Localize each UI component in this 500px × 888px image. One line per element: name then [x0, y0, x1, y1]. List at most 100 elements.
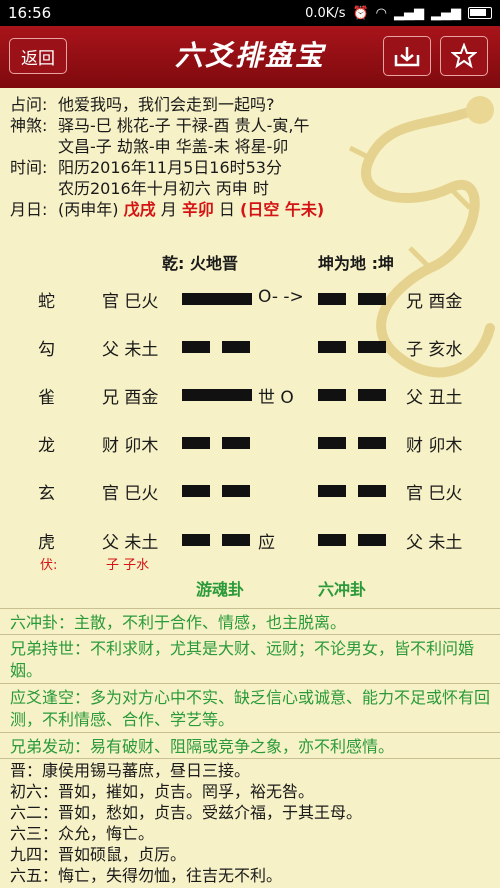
yin-line-left [318, 389, 346, 401]
changed-gua-type: 六冲卦 [318, 580, 367, 599]
yin-line-right [358, 437, 386, 449]
wifi-icon: ◠ [375, 5, 387, 21]
main-hexagram-title: 乾: 火地晋 [162, 254, 238, 273]
yao-row: 雀 兄 酉金 世 O 父 丑土 [0, 379, 500, 409]
status-bar: 16:56 0.0K/s ⏰ ◠ ▂▄▆ ▂▄▆ [0, 0, 500, 26]
six-god: 龙 [38, 436, 55, 456]
network-speed: 0.0K/s [305, 5, 346, 21]
time-solar: 阳历2016年11月5日16时53分 [58, 158, 282, 177]
app-title: 六爻排盘宝 [174, 39, 325, 72]
analysis-1: 六冲卦：主散，不利于合作、情感，也主脱离。 [10, 613, 347, 632]
six-god: 虎 [38, 533, 55, 553]
year-gz: (丙申年) [58, 200, 119, 219]
classic-line: 六三：众允，悔亡。 [10, 824, 155, 843]
signal-icon: ▂▄▆ [394, 5, 424, 21]
yin-line-right [358, 341, 386, 353]
yao-right-label: 父 未土 [406, 533, 463, 553]
content-area[interactable]: 占问: 他爱我吗，我们会走到一起吗? 神煞: 驿马-巳 桃花-子 干禄-酉 贵人… [0, 88, 500, 888]
app-header: 返回 六爻排盘宝 [0, 26, 500, 88]
signal-icon-2: ▂▄▆ [431, 5, 461, 21]
yin-line-right [358, 389, 386, 401]
yin-line-left [318, 293, 346, 305]
info-section: 占问: 他爱我吗，我们会走到一起吗? 神煞: 驿马-巳 桃花-子 干禄-酉 贵人… [10, 94, 324, 220]
classic-line: 六二：晋如，愁如，贞吉。受兹介福，于其王母。 [10, 803, 363, 822]
download-button[interactable] [383, 36, 431, 76]
yin-line-left [182, 341, 210, 353]
analysis-4: 兄弟发动：易有破财、阻隔或竞争之象，亦不利感情。 [10, 737, 395, 756]
yin-line-left [182, 534, 210, 546]
yao-row: 勾 父 未土 子 亥水 [0, 331, 500, 361]
yin-line-left [182, 485, 210, 497]
divider [0, 683, 500, 684]
status-icons: 0.0K/s ⏰ ◠ ▂▄▆ ▂▄▆ [305, 6, 492, 21]
shensha-row: 神煞: 驿马-巳 桃花-子 干禄-酉 贵人-寅,午 [10, 115, 324, 136]
classic-line: 九四：晋如硕鼠，贞厉。 [10, 845, 187, 864]
time-row: 时间: 阳历2016年11月5日16时53分 [10, 157, 324, 178]
yao-row: 虎 父 未土 应 父 未土 [0, 524, 500, 554]
alarm-icon: ⏰ [352, 5, 369, 21]
time-lunar: 农历2016年十月初六 丙申 时 [58, 179, 269, 198]
yao-right-label: 兄 酉金 [406, 292, 463, 312]
yin-line-left [318, 341, 346, 353]
shensha-line2: 文昌-子 劫煞-申 华盖-未 将星-卯 [58, 137, 289, 156]
shensha-label: 神煞: [10, 116, 48, 135]
yin-line-right [358, 534, 386, 546]
analysis-3: 应爻逢空：多为对方心中不实、缺乏信心或诚意、能力不足或怀有回测，不利情感、合作、… [10, 688, 491, 729]
yao-left-label: 兄 酉金 [102, 388, 159, 408]
main-gua-type: 游魂卦 [196, 580, 245, 599]
six-god: 蛇 [38, 292, 55, 312]
back-button[interactable]: 返回 [9, 38, 67, 74]
day-word: 日 [218, 200, 235, 219]
yin-line-right [222, 437, 250, 449]
yao-left-label: 官 巳火 [102, 484, 159, 504]
download-icon [394, 47, 420, 67]
yin-line-left [318, 534, 346, 546]
yin-line-right [222, 534, 250, 546]
star-icon [451, 43, 477, 69]
time-label: 时间: [10, 158, 48, 177]
yin-line-left [182, 437, 210, 449]
yao-left-label: 父 未土 [102, 533, 159, 553]
classic-line: 初六：晋如，摧如，贞吉。罔孚，裕无咎。 [10, 782, 315, 801]
month-day-row: 月日: (丙申年) 戊戌 月 辛卯 日 (日空 午未) [10, 199, 324, 220]
classic-line: 晋：康侯用锡马蕃庶，昼日三接。 [10, 761, 251, 780]
yin-line-left [318, 437, 346, 449]
month-gz: 戊戌 [123, 200, 156, 219]
analysis-2: 兄弟持世：不利求财，尤其是大财、远财；不论男女，皆不利问婚姻。 [10, 639, 475, 680]
favorite-button[interactable] [440, 36, 488, 76]
changed-hexagram-title: 坤为地 :坤 [318, 254, 394, 273]
day-gz: 辛卯 [181, 200, 214, 219]
kong-info: (日空 午未) [240, 200, 325, 219]
six-god: 勾 [38, 340, 55, 360]
yin-line-right [222, 485, 250, 497]
divider [0, 608, 500, 609]
fu-value: 子 子水 [106, 558, 150, 573]
shensha-line1: 驿马-巳 桃花-子 干禄-酉 贵人-寅,午 [58, 116, 310, 135]
yang-line [182, 389, 252, 401]
yao-mark: 世 O [258, 388, 294, 408]
divider [0, 732, 500, 733]
yin-line-right [222, 341, 250, 353]
yin-line-left [318, 485, 346, 497]
yao-left-label: 父 未土 [102, 340, 159, 360]
classic-line: 六五：悔亡，失得勿恤，往吉无不利。 [10, 866, 283, 885]
month-day-label: 月日: [10, 200, 48, 219]
yao-mark: O- -> [258, 287, 304, 307]
status-time: 16:56 [8, 4, 52, 22]
month-word: 月 [160, 200, 177, 219]
yao-left-label: 财 卯木 [102, 436, 159, 456]
yao-right-label: 官 巳火 [406, 484, 463, 504]
question-row: 占问: 他爱我吗，我们会走到一起吗? [10, 94, 324, 115]
yao-mark: 应 [258, 533, 275, 553]
yao-row: 玄 官 巳火 官 巳火 [0, 475, 500, 505]
divider [0, 634, 500, 635]
divider [0, 758, 500, 759]
six-god: 雀 [38, 388, 55, 408]
yao-row: 蛇 官 巳火 O- -> 兄 酉金 [0, 283, 500, 313]
yao-right-label: 财 卯木 [406, 436, 463, 456]
yao-row: 龙 财 卯木 财 卯木 [0, 427, 500, 457]
six-god: 玄 [38, 484, 55, 504]
question-text: 他爱我吗，我们会走到一起吗? [58, 95, 275, 114]
yin-line-right [358, 485, 386, 497]
yao-right-label: 子 亥水 [406, 340, 463, 360]
